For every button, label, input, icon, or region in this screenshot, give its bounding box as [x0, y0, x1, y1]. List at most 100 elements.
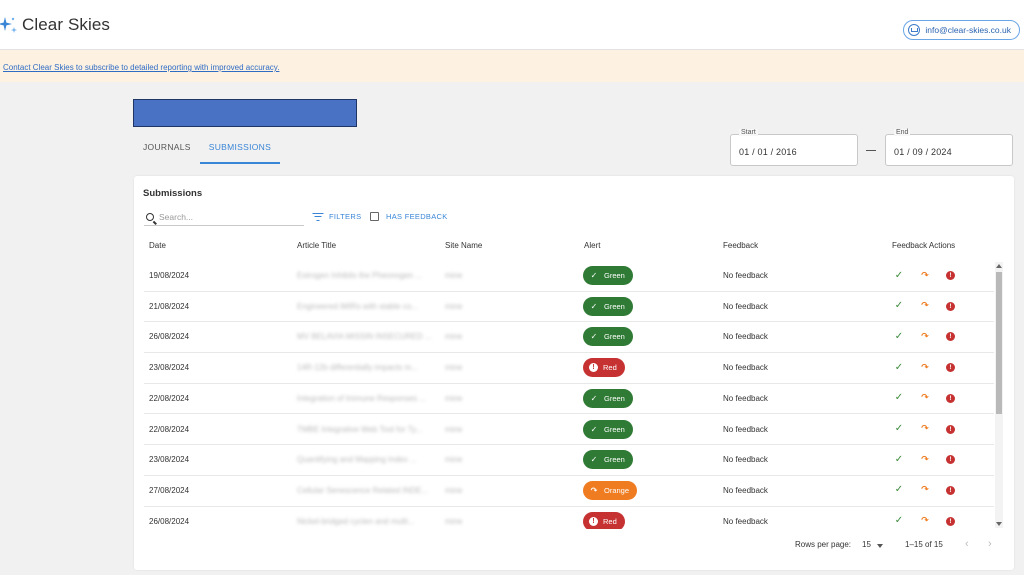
redirect-arrow-icon[interactable]: ↷ [920, 423, 930, 434]
flag-alert-icon[interactable]: ! [946, 301, 955, 311]
check-icon: ✓ [590, 424, 598, 434]
flag-alert-icon[interactable]: ! [946, 424, 955, 434]
mark-ok-check-icon[interactable]: ✓ [894, 454, 904, 465]
table-row[interactable]: 23/08/2024 14R-12b differentially impacts… [134, 353, 994, 384]
end-date-value[interactable]: 01 / 09 / 2024 [894, 147, 952, 157]
start-date-value[interactable]: 01 / 01 / 2016 [739, 147, 797, 157]
flag-alert-icon[interactable]: ! [946, 516, 955, 526]
cell-date: 23/08/2024 [149, 363, 190, 373]
table-header: Date Article Title Site Name Alert Feedb… [134, 236, 994, 260]
mark-ok-check-icon[interactable]: ✓ [894, 423, 904, 434]
flag-alert-icon[interactable]: ! [946, 363, 955, 373]
column-header-feedback[interactable]: Feedback [723, 241, 758, 250]
column-header-date[interactable]: Date [149, 241, 166, 250]
cell-article-title[interactable]: Estrogen Inhibits the Pheonogen ... [297, 271, 422, 280]
flag-alert-icon[interactable]: ! [946, 332, 955, 342]
previous-page-button[interactable]: ‹ [965, 538, 969, 550]
table-row[interactable]: 26/08/2024 Nickel-bridged cyclen and mult… [134, 507, 994, 529]
cell-article-title[interactable]: MV BELAVIA MISSIN INSECURED ... [297, 332, 432, 341]
has-feedback-toggle[interactable]: HAS FEEDBACK [370, 212, 448, 221]
cell-site-name: mine [445, 363, 463, 373]
sparkle-icon [0, 17, 17, 33]
table-row[interactable]: 19/08/2024 Estrogen Inhibits the Pheonoge… [134, 261, 994, 292]
cell-article-title[interactable]: Nickel-bridged cyclen and multi... [297, 517, 414, 526]
mark-ok-check-icon[interactable]: ✓ [894, 362, 904, 373]
redirect-arrow-icon[interactable]: ↷ [920, 300, 930, 311]
top-bar: Clear Skies info@clear-skies.co.uk [0, 0, 1024, 50]
table-scrollbar[interactable] [995, 262, 1003, 528]
redirect-arrow-icon[interactable]: ↷ [920, 484, 930, 495]
alert-badge: ✓ Green [583, 327, 633, 347]
mark-ok-check-icon[interactable]: ✓ [894, 300, 904, 311]
cell-date: 26/08/2024 [149, 332, 190, 342]
scroll-up-arrow[interactable] [996, 264, 1002, 268]
cell-article-title[interactable]: Cellular Senescence Related INDE... [297, 486, 428, 495]
mark-ok-check-icon[interactable]: ✓ [894, 484, 904, 495]
table-row[interactable]: 22/08/2024 Integration of Immune Response… [134, 384, 994, 415]
end-date-field[interactable]: End 01 / 09 / 2024 [885, 129, 1013, 166]
app-logo[interactable]: Clear Skies [0, 14, 110, 36]
panel-title: Submissions [143, 188, 203, 199]
mark-ok-check-icon[interactable]: ✓ [894, 515, 904, 526]
cell-site-name: mine [445, 485, 463, 495]
alert-label: Red [603, 363, 617, 373]
filters-button[interactable]: FILTERS [312, 212, 361, 221]
chevron-down-icon[interactable] [877, 544, 883, 548]
alert-label: Green [604, 271, 625, 280]
search-box[interactable] [144, 208, 304, 226]
cell-site-name: mine [445, 393, 463, 403]
redirect-arrow-icon[interactable]: ↷ [920, 515, 930, 526]
cell-article-title[interactable]: Quantifying and Mapping Index ... [297, 455, 417, 464]
cell-feedback: No feedback [723, 485, 768, 495]
filters-label: FILTERS [329, 212, 362, 221]
mark-ok-check-icon[interactable]: ✓ [894, 270, 904, 281]
column-header-article-title[interactable]: Article Title [297, 241, 336, 250]
column-header-alert[interactable]: Alert [584, 241, 600, 250]
mark-ok-check-icon[interactable]: ✓ [894, 392, 904, 403]
mark-ok-check-icon[interactable]: ✓ [894, 331, 904, 342]
cell-article-title[interactable]: Engineered iMIRs with stable co... [297, 302, 418, 311]
table-row[interactable]: 22/08/2024 TMBE Integrative Web Tool for … [134, 415, 994, 446]
redirect-arrow-icon[interactable]: ↷ [920, 362, 930, 372]
start-date-field[interactable]: Start 01 / 01 / 2016 [730, 129, 858, 166]
scroll-down-arrow[interactable] [996, 522, 1002, 526]
redirect-arrow-icon[interactable]: ↷ [920, 392, 930, 403]
flag-alert-icon[interactable]: ! [946, 485, 955, 495]
filter-icon [312, 212, 323, 221]
next-page-button[interactable]: › [988, 538, 992, 550]
alert-badge: ! Red [583, 358, 625, 378]
flag-alert-icon[interactable]: ! [946, 393, 955, 403]
table-row[interactable]: 27/08/2024 Cellular Senescence Related IN… [134, 476, 994, 507]
flag-alert-icon[interactable]: ! [946, 271, 955, 280]
cell-article-title[interactable]: 14R-12b differentially impacts m... [297, 363, 418, 372]
cell-feedback: No feedback [723, 363, 768, 373]
submissions-panel: Submissions FILTERS HAS FEEDBACK Date Ar… [134, 176, 1014, 570]
redirect-arrow-icon[interactable]: ↷ [920, 270, 930, 280]
contact-email-button[interactable]: info@clear-skies.co.uk [903, 20, 1020, 40]
check-icon: ✓ [590, 271, 598, 280]
has-feedback-checkbox[interactable] [370, 212, 379, 221]
alert-label: Green [604, 301, 625, 311]
cell-feedback: No feedback [723, 301, 768, 311]
column-header-feedback-actions[interactable]: Feedback Actions [892, 241, 955, 250]
redirect-arrow-icon[interactable]: ↷ [920, 454, 930, 464]
column-header-site-name[interactable]: Site Name [445, 241, 482, 250]
search-icon [146, 212, 154, 221]
cell-article-title[interactable]: Integration of Immune Responses ... [297, 394, 426, 403]
search-input[interactable] [159, 211, 289, 222]
cell-date: 23/08/2024 [149, 455, 190, 465]
rows-per-page-select[interactable]: 15 [862, 540, 871, 549]
cell-article-title[interactable]: TMBE Integrative Web Tool for Ty... [297, 425, 422, 434]
tab-submissions[interactable]: SUBMISSIONS [199, 138, 281, 164]
table-row[interactable]: 23/08/2024 Quantifying and Mapping Index … [134, 445, 994, 476]
scrollbar-thumb[interactable] [996, 272, 1002, 414]
cell-date: 26/08/2024 [149, 516, 190, 526]
table-row[interactable]: 26/08/2024 MV BELAVIA MISSIN INSECURED ..… [134, 322, 994, 353]
flag-alert-icon[interactable]: ! [946, 455, 955, 465]
redirect-arrow-icon[interactable]: ↷ [920, 331, 930, 341]
contact-subscribe-link[interactable]: Contact Clear Skies to subscribe to deta… [3, 63, 279, 72]
cell-site-name: mine [445, 301, 463, 311]
tab-journals[interactable]: JOURNALS [134, 138, 200, 164]
cell-feedback: No feedback [723, 516, 768, 526]
table-row[interactable]: 21/08/2024 Engineered iMIRs with stable c… [134, 292, 994, 323]
